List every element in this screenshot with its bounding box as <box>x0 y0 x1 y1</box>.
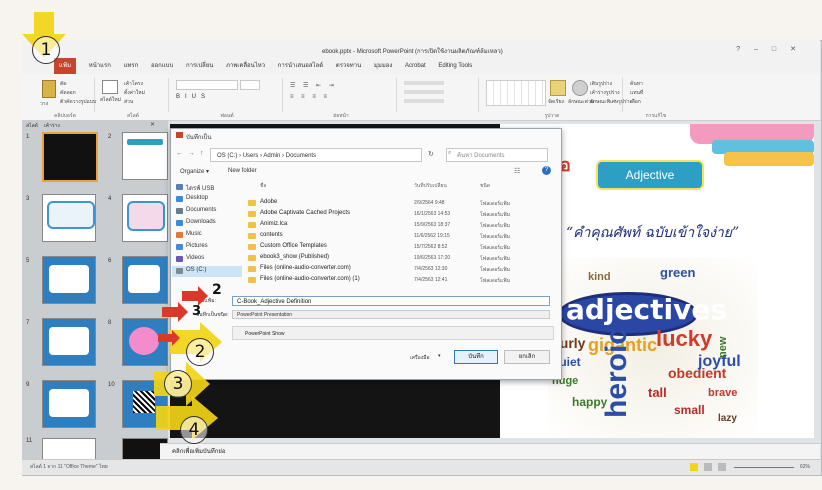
marker-number: 3 <box>192 304 202 319</box>
red-arrow-right <box>182 286 208 306</box>
step-4-badge: 4 <box>180 416 208 444</box>
marker-number: 2 <box>212 282 222 298</box>
step-2-badge: 2 <box>186 338 214 366</box>
red-arrow-right <box>162 302 188 322</box>
annotation-overlay <box>22 12 222 440</box>
step-1-badge: 1 <box>32 36 60 64</box>
step-3-badge: 3 <box>164 370 192 398</box>
